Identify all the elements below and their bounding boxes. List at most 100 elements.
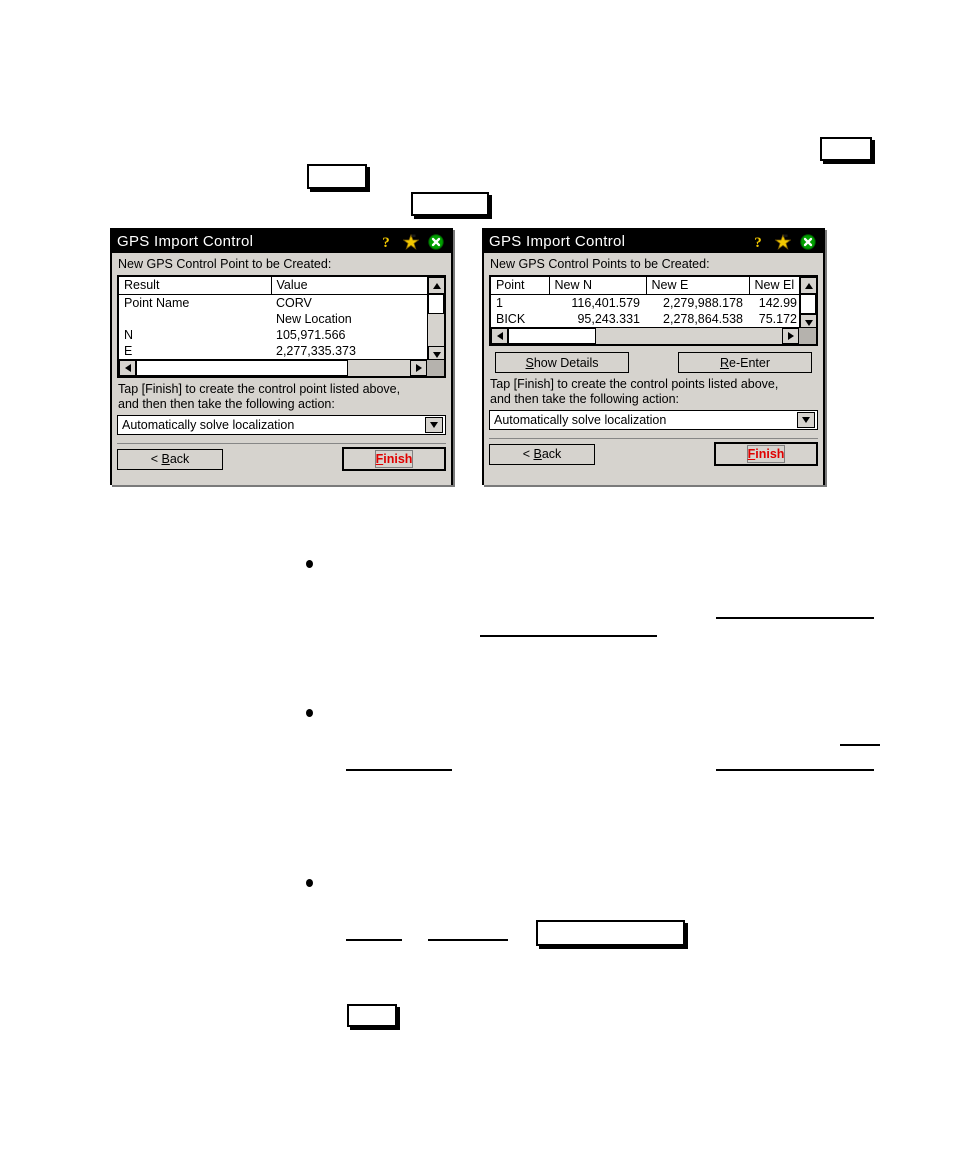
cell-value: 2,277,335.373	[276, 343, 356, 358]
chevron-right-icon	[787, 332, 794, 340]
scroll-right-button[interactable]	[782, 328, 799, 344]
instruction-line-2: and then take the following action:	[490, 392, 680, 406]
re-enter-label: Re-Enter	[719, 355, 771, 370]
cell-value: 105,971.566	[276, 327, 346, 342]
bullet-1	[306, 560, 313, 568]
back-button[interactable]: < Back	[489, 443, 595, 465]
titlebar-left: GPS Import Control ?	[112, 230, 451, 253]
scroll-right-button[interactable]	[410, 360, 427, 376]
chevron-left-icon	[124, 364, 131, 372]
re-enter-button[interactable]: Re-Enter	[678, 352, 812, 373]
finish-button-label: Finish	[747, 447, 785, 461]
instruction-line-1: Tap [Finish] to create the control point…	[490, 377, 779, 391]
finish-button-inner: Finish	[746, 445, 786, 463]
grid-vertical-scrollbar[interactable]	[799, 277, 816, 331]
chevron-right-icon	[415, 364, 422, 372]
cell-result: Point Name	[124, 295, 190, 310]
finish-button-inner: Finish	[374, 450, 414, 468]
back-button-label: < Back	[522, 447, 562, 461]
cell-value: New Location	[276, 311, 352, 326]
grid-horizontal-scrollbar[interactable]	[491, 327, 816, 344]
show-details-button[interactable]: Show Details	[495, 352, 629, 373]
star-icon[interactable]	[774, 233, 792, 250]
dialog-caption: New GPS Control Points to be Created:	[490, 257, 710, 271]
table-row[interactable]: BICK 95,243.331 2,278,864.538 75.172	[491, 311, 799, 327]
scroll-left-button[interactable]	[491, 328, 508, 344]
table-row[interactable]: 1 116,401.579 2,279,988.178 142.99	[491, 294, 799, 311]
callout-box-top-right	[820, 137, 872, 161]
hscroll-thumb[interactable]	[508, 328, 596, 344]
help-icon[interactable]: ?	[378, 234, 394, 251]
col-header-new-el[interactable]: New El	[749, 277, 799, 295]
underline-3	[840, 744, 880, 746]
chevron-left-icon	[496, 332, 503, 340]
chevron-down-icon	[432, 351, 441, 358]
underline-1	[716, 617, 874, 619]
svg-text:?: ?	[754, 235, 762, 250]
col-header-result[interactable]: Result	[119, 277, 272, 295]
footer-divider	[489, 438, 818, 439]
back-button-label: < Back	[150, 452, 190, 466]
vscroll-thumb[interactable]	[800, 294, 816, 314]
col-header-value[interactable]: Value	[271, 277, 427, 295]
finish-instructions: Tap [Finish] to create the control point…	[118, 382, 446, 412]
vscroll-thumb[interactable]	[428, 294, 444, 314]
callout-box-lower-mid	[536, 920, 685, 946]
table-row[interactable]: E 2,277,335.373	[119, 343, 427, 359]
gps-import-control-dialog-left[interactable]: GPS Import Control ? New GPS Control Poi…	[110, 228, 453, 485]
cell-new-el: 75.172	[758, 311, 797, 326]
star-icon[interactable]	[402, 233, 420, 250]
callout-box-upper-mid	[411, 192, 489, 216]
table-row[interactable]: Point Name CORV	[119, 294, 427, 311]
scroll-up-button[interactable]	[428, 277, 444, 294]
table-header-row: Point New N New E New El	[491, 277, 799, 295]
hscroll-track[interactable]	[348, 360, 410, 376]
gps-import-control-dialog-right[interactable]: GPS Import Control ? New GPS Control Poi…	[482, 228, 825, 485]
underline-5	[716, 769, 874, 771]
instruction-line-2: and then then take the following action:	[118, 397, 335, 411]
chevron-down-icon	[430, 422, 438, 428]
close-icon[interactable]	[428, 233, 444, 250]
control-point-table: Result Value Point Name CORV New Locatio…	[119, 277, 427, 359]
control-point-grid[interactable]: Result Value Point Name CORV New Locatio…	[117, 275, 446, 378]
cell-value: CORV	[276, 295, 312, 310]
titlebar-icon-group: ?	[750, 233, 823, 251]
table-row[interactable]: New Location	[119, 311, 427, 327]
scroll-left-button[interactable]	[119, 360, 136, 376]
dropdown-arrow-button[interactable]	[797, 412, 815, 428]
bullet-3	[306, 879, 313, 887]
cell-new-e: 2,279,988.178	[663, 295, 743, 310]
cell-result	[119, 311, 271, 327]
underline-4	[346, 769, 452, 771]
finish-instructions: Tap [Finish] to create the control point…	[490, 377, 818, 407]
post-action-value: Automatically solve localization	[494, 413, 667, 427]
hscroll-track[interactable]	[596, 328, 782, 344]
chevron-down-icon	[804, 319, 813, 326]
finish-button[interactable]: Finish	[714, 442, 818, 466]
cell-new-n: 116,401.579	[571, 295, 640, 310]
grid-horizontal-scrollbar[interactable]	[119, 359, 444, 376]
control-points-grid[interactable]: Point New N New E New El 1 116,401.579 2…	[489, 275, 818, 346]
table-row[interactable]: N 105,971.566	[119, 327, 427, 343]
grid-vertical-scrollbar[interactable]	[427, 277, 444, 363]
close-icon[interactable]	[800, 233, 816, 250]
cell-new-el: 142.99	[758, 295, 797, 310]
finish-button[interactable]: Finish	[342, 447, 446, 471]
scrollbar-corner	[799, 328, 816, 344]
post-action-dropdown[interactable]: Automatically solve localization	[117, 415, 446, 435]
col-header-new-n[interactable]: New N	[549, 277, 647, 295]
col-header-point[interactable]: Point	[491, 277, 550, 295]
vscroll-track[interactable]	[428, 314, 444, 346]
col-header-new-e[interactable]: New E	[646, 277, 750, 295]
help-icon[interactable]: ?	[750, 234, 766, 251]
show-details-label: Show Details	[525, 355, 599, 370]
scroll-up-button[interactable]	[800, 277, 816, 294]
table-header-row: Result Value	[119, 277, 427, 295]
post-action-dropdown[interactable]: Automatically solve localization	[489, 410, 818, 430]
back-button[interactable]: < Back	[117, 448, 223, 470]
dropdown-arrow-button[interactable]	[425, 417, 443, 433]
hscroll-thumb[interactable]	[136, 360, 348, 376]
cell-point: BICK	[496, 311, 526, 326]
dialog-title: GPS Import Control	[489, 233, 626, 250]
callout-box-bottom	[347, 1004, 397, 1027]
